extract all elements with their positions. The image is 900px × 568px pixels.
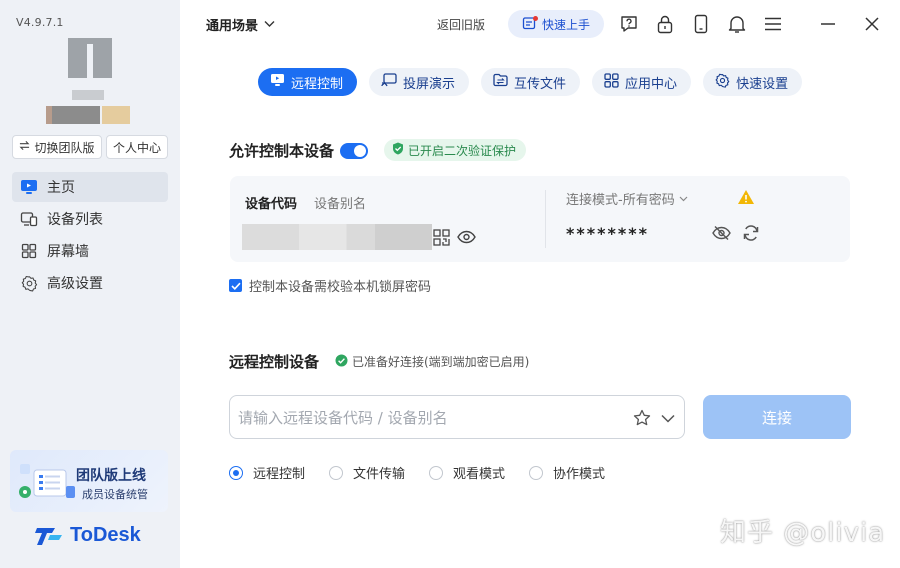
lock-screen-verify-checkbox[interactable] xyxy=(229,279,242,292)
lock-screen-verify-checkbox-row[interactable]: 控制本设备需校验本机锁屏密码 xyxy=(229,276,431,295)
remote-device-code-input[interactable] xyxy=(238,406,628,430)
two-factor-protection-badge[interactable]: 已开启二次验证保护 xyxy=(384,139,527,161)
tab-screen-cast[interactable]: 投屏演示 xyxy=(369,68,470,96)
card-divider xyxy=(545,190,546,248)
app-version: V4.9.7.1 xyxy=(16,16,64,29)
bell-icon[interactable] xyxy=(726,13,748,35)
avatar[interactable] xyxy=(68,38,112,78)
devices-icon xyxy=(20,210,38,228)
radio-circle[interactable] xyxy=(529,465,544,480)
tab-quick-settings[interactable]: 快速设置 xyxy=(703,68,803,96)
chevron-down-icon[interactable] xyxy=(658,408,678,428)
device-alias-label[interactable]: 设备别名 xyxy=(314,193,366,212)
temporary-password: ******** xyxy=(566,224,649,243)
shield-check-icon xyxy=(392,142,404,158)
remote-control-icon xyxy=(270,73,285,91)
eye-icon[interactable] xyxy=(456,227,476,247)
connection-mode-radio-group: 远程控制 文件传输 观看模式 协作模式 xyxy=(229,463,629,482)
team-edition-promo-banner[interactable]: 团队版上线 成员设备统管 xyxy=(10,450,168,512)
mode-view-only-radio[interactable]: 观看模式 xyxy=(429,463,505,482)
lock-icon[interactable] xyxy=(654,13,676,35)
close-icon[interactable] xyxy=(861,13,883,35)
device-code-label[interactable]: 设备代码 xyxy=(245,193,297,212)
file-transfer-icon xyxy=(493,73,508,91)
sidebar-item-devices[interactable]: 设备列表 xyxy=(12,204,168,234)
notification-dot xyxy=(533,16,538,21)
switch-team-button[interactable]: 切换团队版 xyxy=(12,135,102,159)
warning-icon[interactable] xyxy=(736,188,756,206)
swap-arrows-icon xyxy=(19,140,30,154)
monitor-icon xyxy=(20,178,38,196)
connection-ready-status: 已准备好连接(端到端加密已启用) xyxy=(335,353,529,370)
sidebar-nav: 主页 设备列表 屏幕墙 高级设置 xyxy=(12,172,168,300)
user-badge-redacted xyxy=(102,106,130,124)
gear-icon xyxy=(20,274,38,292)
user-id-redacted xyxy=(46,106,100,124)
radio-circle[interactable] xyxy=(229,465,243,480)
chevron-down-icon xyxy=(264,17,275,32)
grid-icon xyxy=(20,242,38,260)
device-info-card: 设备代码 设备别名 连接模式-所有密码 ******** xyxy=(230,176,850,262)
radio-circle[interactable] xyxy=(329,465,344,480)
zhihu-watermark: 知乎 @olivia xyxy=(720,518,886,548)
brand-logo: ToDesk xyxy=(34,524,141,547)
scene-dropdown[interactable]: 通用场景 xyxy=(206,15,275,34)
refresh-icon[interactable] xyxy=(741,223,761,243)
mode-collaboration-radio[interactable]: 协作模式 xyxy=(529,463,605,482)
quick-start-button[interactable]: 快速上手 xyxy=(508,10,604,38)
sidebar-item-advanced-settings[interactable]: 高级设置 xyxy=(12,268,168,298)
eye-off-icon[interactable] xyxy=(711,223,731,243)
top-bar: 通用场景 返回旧版 快速上手 xyxy=(180,0,900,50)
minimize-icon[interactable] xyxy=(817,13,839,35)
brand-name: ToDesk xyxy=(70,524,141,546)
sidebar: V4.9.7.1 切换团队版 个人中心 主页 设备列表 屏幕墙 高级设置 团队版… xyxy=(0,0,180,568)
remote-control-section-title: 远程控制设备 xyxy=(229,353,320,371)
cast-icon xyxy=(381,73,397,91)
chevron-down-icon xyxy=(679,191,688,206)
phone-icon[interactable] xyxy=(690,13,712,35)
tab-app-center[interactable]: 应用中心 xyxy=(592,68,692,96)
tab-file-transfer[interactable]: 互传文件 xyxy=(481,68,581,96)
promo-title: 团队版上线 xyxy=(76,468,146,484)
promo-subtitle: 成员设备统管 xyxy=(82,488,148,501)
user-name-redacted xyxy=(72,90,104,100)
mode-remote-control-radio[interactable]: 远程控制 xyxy=(229,463,305,482)
mode-file-transfer-radio[interactable]: 文件传输 xyxy=(329,463,405,482)
team-devices-illustration-icon xyxy=(19,464,75,498)
lock-screen-verify-label: 控制本设备需校验本机锁屏密码 xyxy=(249,280,432,295)
allow-control-section-title: 允许控制本设备 xyxy=(229,140,369,161)
menu-icon[interactable] xyxy=(762,13,784,35)
tab-remote-control[interactable]: 远程控制 xyxy=(258,68,358,96)
quick-settings-icon xyxy=(715,73,730,92)
help-icon[interactable] xyxy=(618,13,640,35)
connection-mode-dropdown[interactable]: 连接模式-所有密码 xyxy=(566,189,688,208)
allow-control-toggle[interactable] xyxy=(340,142,369,159)
todesk-logo-icon xyxy=(35,527,62,545)
radio-circle[interactable] xyxy=(429,465,444,480)
qr-code-icon[interactable] xyxy=(432,227,450,247)
remote-device-input-box xyxy=(229,395,685,439)
sidebar-item-screen-wall[interactable]: 屏幕墙 xyxy=(12,236,168,266)
personal-center-button[interactable]: 个人中心 xyxy=(106,135,168,159)
device-code-redacted xyxy=(242,224,432,250)
back-to-old-version-link[interactable]: 返回旧版 xyxy=(437,16,485,33)
sidebar-item-home[interactable]: 主页 xyxy=(12,172,168,202)
connect-button[interactable]: 连接 xyxy=(703,395,851,439)
star-icon[interactable] xyxy=(632,408,652,428)
check-circle-icon xyxy=(335,354,348,370)
feature-tabs: 远程控制 投屏演示 互传文件 应用中心 快速设置 xyxy=(258,68,803,96)
app-center-icon xyxy=(604,72,619,92)
